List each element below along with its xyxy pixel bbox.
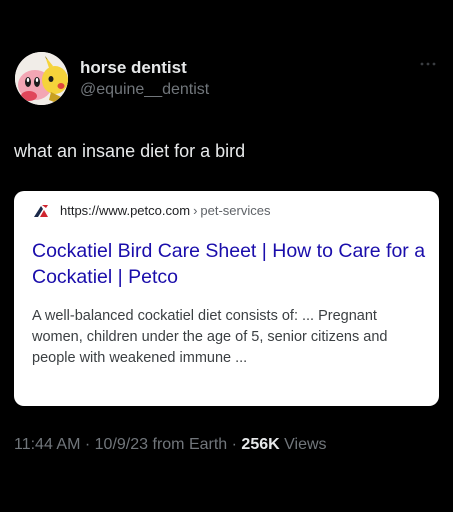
meta-dot: · — [231, 436, 237, 453]
result-url-separator: › — [193, 203, 198, 218]
views-count[interactable]: 256K — [241, 436, 279, 453]
tweet-time[interactable]: 11:44 AM — [14, 436, 80, 453]
views-label: Views — [284, 436, 327, 453]
result-url-path: pet-services — [200, 203, 271, 218]
display-name[interactable]: horse dentist — [80, 58, 187, 78]
tweet-date[interactable]: 10/9/23 — [95, 436, 148, 453]
result-title-link[interactable]: Cockatiel Bird Care Sheet | How to Care … — [32, 238, 427, 290]
result-url-base: https://www.petco.com — [60, 203, 191, 218]
user-handle[interactable]: @equine__dentist — [80, 81, 209, 99]
search-result-card[interactable]: https://www.petco.com › pet-services Cocka… — [14, 191, 439, 406]
tweet-meta: 11:44 AM · 10/9/23 from Earth · 256K Vie… — [14, 436, 327, 454]
more-horizontal-icon[interactable] — [418, 58, 438, 70]
result-url[interactable]: https://www.petco.com › pet-services — [60, 203, 270, 218]
tweet: horse dentist @equine__dentist what an i… — [0, 0, 453, 512]
result-snippet: A well-balanced cockatiel diet consists … — [32, 308, 388, 366]
petco-favicon-icon — [34, 205, 48, 217]
meta-dot: · — [84, 436, 91, 453]
avatar-image — [15, 52, 68, 105]
avatar[interactable] — [15, 52, 68, 105]
tweet-text: what an insane diet for a bird — [14, 141, 246, 161]
tweet-source: from Earth — [152, 436, 228, 453]
